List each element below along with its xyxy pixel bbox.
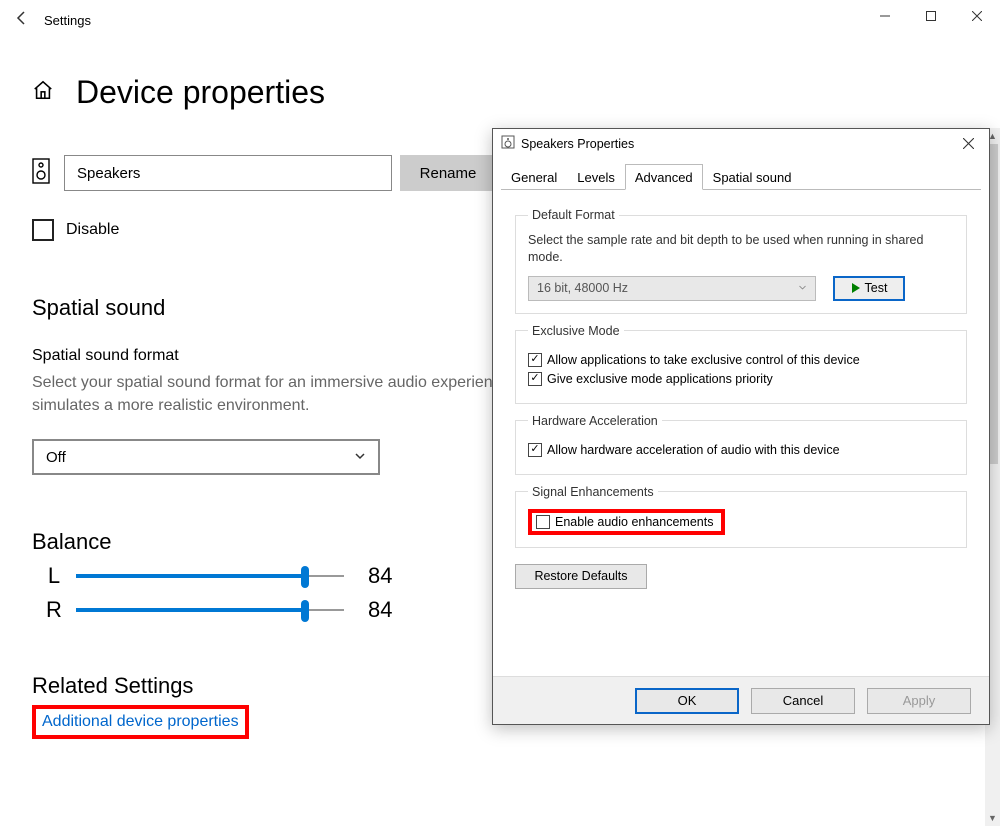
default-format-combo[interactable]: 16 bit, 48000 Hz bbox=[528, 276, 816, 301]
rename-button[interactable]: Rename bbox=[400, 155, 496, 191]
minimize-icon[interactable] bbox=[862, 0, 908, 32]
signal-enhancements-legend: Signal Enhancements bbox=[528, 485, 658, 499]
default-format-value: 16 bit, 48000 Hz bbox=[537, 281, 628, 295]
apply-button[interactable]: Apply bbox=[867, 688, 971, 714]
speaker-icon bbox=[32, 158, 50, 189]
dialog-close-icon[interactable] bbox=[947, 129, 989, 157]
back-icon[interactable] bbox=[0, 10, 44, 31]
balance-left-value: 84 bbox=[368, 563, 392, 589]
tab-general[interactable]: General bbox=[501, 164, 567, 190]
ok-button[interactable]: OK bbox=[635, 688, 739, 714]
tab-levels[interactable]: Levels bbox=[567, 164, 625, 190]
balance-left-slider[interactable] bbox=[76, 564, 344, 588]
dialog-title: Speakers Properties bbox=[521, 137, 634, 151]
hardware-accel-legend: Hardware Acceleration bbox=[528, 414, 662, 428]
speakers-properties-dialog: Speakers Properties General Levels Advan… bbox=[492, 128, 990, 725]
additional-properties-link[interactable]: Additional device properties bbox=[42, 713, 239, 730]
scroll-down-icon[interactable]: ▼ bbox=[985, 810, 1000, 826]
exclusive-control-checkbox[interactable]: ✓ Allow applications to take exclusive c… bbox=[528, 353, 954, 367]
chevron-down-icon bbox=[354, 449, 366, 466]
balance-right-label: R bbox=[32, 597, 76, 623]
tab-advanced[interactable]: Advanced bbox=[625, 164, 703, 190]
chevron-down-icon bbox=[798, 281, 807, 295]
speaker-icon bbox=[501, 135, 515, 154]
page-title: Device properties bbox=[76, 74, 325, 111]
spatial-format-dropdown[interactable]: Off bbox=[32, 439, 380, 475]
settings-titlebar: Settings bbox=[0, 0, 1000, 40]
home-icon[interactable] bbox=[32, 79, 54, 106]
additional-properties-highlight: Additional device properties bbox=[32, 705, 249, 739]
default-format-group: Default Format Select the sample rate an… bbox=[515, 208, 967, 314]
default-format-text: Select the sample rate and bit depth to … bbox=[528, 232, 954, 266]
enable-enhancements-checkbox[interactable]: Enable audio enhancements bbox=[536, 515, 713, 529]
window-controls bbox=[862, 0, 1000, 32]
dialog-tabs: General Levels Advanced Spatial sound bbox=[501, 163, 981, 190]
exclusive-priority-checkbox[interactable]: ✓ Give exclusive mode applications prior… bbox=[528, 372, 954, 386]
balance-right-slider[interactable] bbox=[76, 598, 344, 622]
restore-defaults-button[interactable]: Restore Defaults bbox=[515, 564, 647, 589]
maximize-icon[interactable] bbox=[908, 0, 954, 32]
default-format-legend: Default Format bbox=[528, 208, 619, 222]
signal-enhancements-group: Signal Enhancements Enable audio enhance… bbox=[515, 485, 967, 548]
dialog-buttons: OK Cancel Apply bbox=[493, 676, 989, 724]
dialog-titlebar[interactable]: Speakers Properties bbox=[493, 129, 989, 159]
spatial-format-value: Off bbox=[46, 449, 66, 466]
spatial-help-text: Select your spatial sound format for an … bbox=[32, 371, 552, 417]
balance-left-label: L bbox=[32, 563, 76, 589]
hardware-accel-checkbox[interactable]: ✓ Allow hardware acceleration of audio w… bbox=[528, 443, 954, 457]
device-name-input[interactable] bbox=[64, 155, 392, 191]
hardware-accel-group: Hardware Acceleration ✓ Allow hardware a… bbox=[515, 414, 967, 475]
window-title: Settings bbox=[44, 13, 91, 28]
tab-spatial-sound[interactable]: Spatial sound bbox=[703, 164, 802, 190]
balance-right-value: 84 bbox=[368, 597, 392, 623]
exclusive-mode-legend: Exclusive Mode bbox=[528, 324, 624, 338]
enable-enhancements-highlight: Enable audio enhancements bbox=[528, 509, 725, 535]
close-icon[interactable] bbox=[954, 0, 1000, 32]
play-icon bbox=[852, 283, 860, 293]
test-button[interactable]: Test bbox=[833, 276, 905, 301]
disable-label: Disable bbox=[66, 221, 119, 239]
exclusive-mode-group: Exclusive Mode ✓ Allow applications to t… bbox=[515, 324, 967, 404]
cancel-button[interactable]: Cancel bbox=[751, 688, 855, 714]
